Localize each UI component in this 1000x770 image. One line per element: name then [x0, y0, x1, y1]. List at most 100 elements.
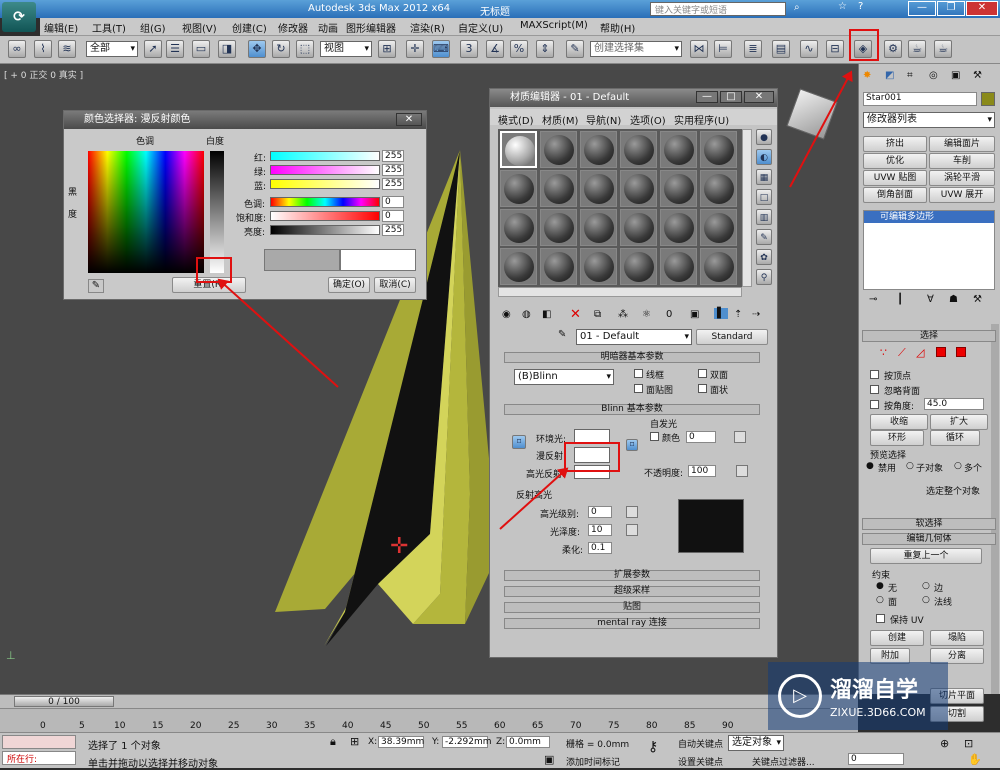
color-picker-close-button[interactable]: ✕	[396, 113, 422, 126]
options-icon[interactable]: ✿	[756, 249, 772, 265]
angle-spinner[interactable]: 45.0	[924, 398, 984, 410]
saturation-spinner[interactable]: 0	[382, 210, 404, 222]
sample-slot[interactable]	[500, 209, 537, 246]
rendered-frame-icon[interactable]: ☕	[908, 40, 926, 58]
maxscript-line[interactable]: 所在行:	[2, 751, 76, 765]
sample-slot[interactable]	[700, 131, 737, 168]
soft-selection-rollout[interactable]: 软选择	[862, 518, 996, 530]
manipulate-icon[interactable]: ✛	[406, 40, 424, 58]
menu-create[interactable]: 创建(C)	[232, 20, 267, 35]
angle-snap-icon[interactable]: ∡	[486, 40, 504, 58]
close-button[interactable]: ✕	[966, 1, 998, 16]
sample-slot[interactable]	[540, 131, 577, 168]
select-by-name-icon[interactable]: ☰	[166, 40, 184, 58]
render-production-icon[interactable]: ☕	[934, 40, 952, 58]
sample-slot[interactable]	[580, 248, 617, 285]
selection-filter-dropdown[interactable]: 全部	[86, 41, 138, 57]
search-input[interactable]: 键入关键字或短语	[650, 2, 786, 16]
make-unique-stack-icon[interactable]: ∀	[927, 294, 934, 305]
faceted-checkbox[interactable]	[698, 384, 707, 393]
menu-tools[interactable]: 工具(T)	[92, 20, 126, 35]
sample-slot[interactable]	[580, 131, 617, 168]
show-map-icon[interactable]: ▣	[690, 309, 699, 320]
configure-sets-icon[interactable]: ⚒	[973, 294, 982, 305]
sample-slot[interactable]	[620, 248, 657, 285]
bind-spacewarp-icon[interactable]: ≋	[58, 40, 76, 58]
uvw-unwrap-button[interactable]: UVW 展开	[929, 187, 995, 203]
sample-slot[interactable]	[660, 170, 697, 207]
modify-tab-icon[interactable]: ◩	[885, 70, 894, 81]
self-illum-map-button[interactable]	[734, 431, 746, 443]
material-id-icon[interactable]: 0	[666, 309, 672, 320]
border-icon[interactable]: ◿	[916, 346, 924, 359]
pick-material-icon[interactable]: ✎	[558, 329, 566, 340]
value-slider[interactable]	[270, 225, 380, 235]
render-setup-icon[interactable]: ⚙	[884, 40, 902, 58]
sample-slot[interactable]	[500, 131, 537, 168]
make-unique-icon[interactable]: ⁂	[618, 309, 628, 320]
green-spinner[interactable]: 255	[382, 164, 404, 176]
value-spinner[interactable]: 255	[382, 224, 404, 236]
sample-slot[interactable]	[620, 209, 657, 246]
preserve-uv-checkbox[interactable]	[876, 614, 885, 623]
rect-selection-icon[interactable]: ▭	[192, 40, 210, 58]
lock-selection-icon[interactable]: 🔒︎	[330, 735, 336, 749]
opacity-spinner[interactable]: 100	[688, 465, 716, 477]
utilities-tab-icon[interactable]: ⚒	[973, 70, 982, 81]
cancel-button[interactable]: 取消(C)	[374, 277, 416, 293]
mental-ray-rollout[interactable]: mental ray 连接	[504, 618, 760, 629]
modifier-list-dropdown[interactable]: 修改器列表	[863, 112, 995, 128]
self-illum-spinner[interactable]: 0	[686, 431, 716, 443]
sample-horizontal-scrollbar[interactable]	[498, 287, 742, 297]
sample-type-icon[interactable]: ●	[756, 129, 772, 145]
mirror-icon[interactable]: ⋈	[690, 40, 708, 58]
me-menu-options[interactable]: 选项(O)	[630, 112, 666, 127]
sample-slot[interactable]	[700, 209, 737, 246]
me-menu-utilities[interactable]: 实用程序(U)	[674, 112, 729, 127]
lathe-button[interactable]: 车削	[929, 153, 995, 169]
reset-map-icon[interactable]: ✕	[570, 307, 581, 322]
constraint-normal-radio[interactable]: ○	[922, 595, 930, 605]
select-by-material-icon[interactable]: ⚲	[756, 269, 772, 285]
motion-tab-icon[interactable]: ◎	[929, 70, 938, 81]
sample-slot[interactable]	[500, 248, 537, 285]
keyboard-shortcut-icon[interactable]: ⌨	[432, 40, 450, 58]
red-slider[interactable]	[270, 151, 380, 161]
hue-spectrum[interactable]	[88, 151, 204, 273]
sample-slot[interactable]	[660, 248, 697, 285]
material-type-button[interactable]: Standard	[696, 329, 768, 345]
menu-group[interactable]: 组(G)	[140, 20, 166, 35]
time-slider[interactable]: 0 / 100	[0, 694, 858, 708]
ignore-backfacing-checkbox[interactable]	[870, 385, 879, 394]
self-illum-color-checkbox[interactable]	[650, 432, 659, 441]
me-close-button[interactable]: ✕	[744, 91, 774, 103]
menu-modifiers[interactable]: 修改器	[278, 20, 308, 35]
sample-slot[interactable]	[540, 248, 577, 285]
turbosmooth-button[interactable]: 涡轮平滑	[929, 170, 995, 186]
zoom-icon[interactable]: ⊕	[940, 737, 949, 750]
window-crossing-icon[interactable]: ◨	[218, 40, 236, 58]
spinner-snap-icon[interactable]: ⇕	[536, 40, 554, 58]
ring-button[interactable]: 环形	[870, 430, 924, 446]
blinn-basic-rollout[interactable]: Blinn 基本参数	[504, 404, 760, 415]
time-slider-thumb[interactable]: 0 / 100	[14, 696, 114, 707]
color-picker-titlebar[interactable]: 颜色选择器: 漫反射颜色	[64, 111, 426, 129]
edit-geometry-rollout[interactable]: 编辑几何体	[862, 533, 996, 545]
green-slider[interactable]	[270, 165, 380, 175]
edge-icon[interactable]: ⟋	[898, 346, 906, 360]
scale-icon[interactable]: ⬚	[296, 40, 314, 58]
constraint-face-radio[interactable]: ○	[876, 595, 884, 605]
z-coordinate-field[interactable]: 0.0mm	[506, 736, 550, 748]
grow-button[interactable]: 扩大	[930, 414, 988, 430]
star-icon[interactable]: ☆	[838, 1, 847, 12]
vertex-icon[interactable]: ∵	[880, 346, 887, 359]
add-time-tag-label[interactable]: 添加时间标记	[566, 755, 620, 768]
make-preview-icon[interactable]: ✎	[756, 229, 772, 245]
sample-slot[interactable]	[540, 209, 577, 246]
glossiness-map-button[interactable]	[626, 524, 638, 536]
edit-named-sets-icon[interactable]: ✎	[566, 40, 584, 58]
blue-slider[interactable]	[270, 179, 380, 189]
y-coordinate-field[interactable]: -2.292mm	[442, 736, 492, 748]
face-map-checkbox[interactable]	[634, 384, 643, 393]
track-bar[interactable]: 0 5 10 15 20 25 30 35 40 45 50 55 60 65 …	[0, 708, 858, 732]
